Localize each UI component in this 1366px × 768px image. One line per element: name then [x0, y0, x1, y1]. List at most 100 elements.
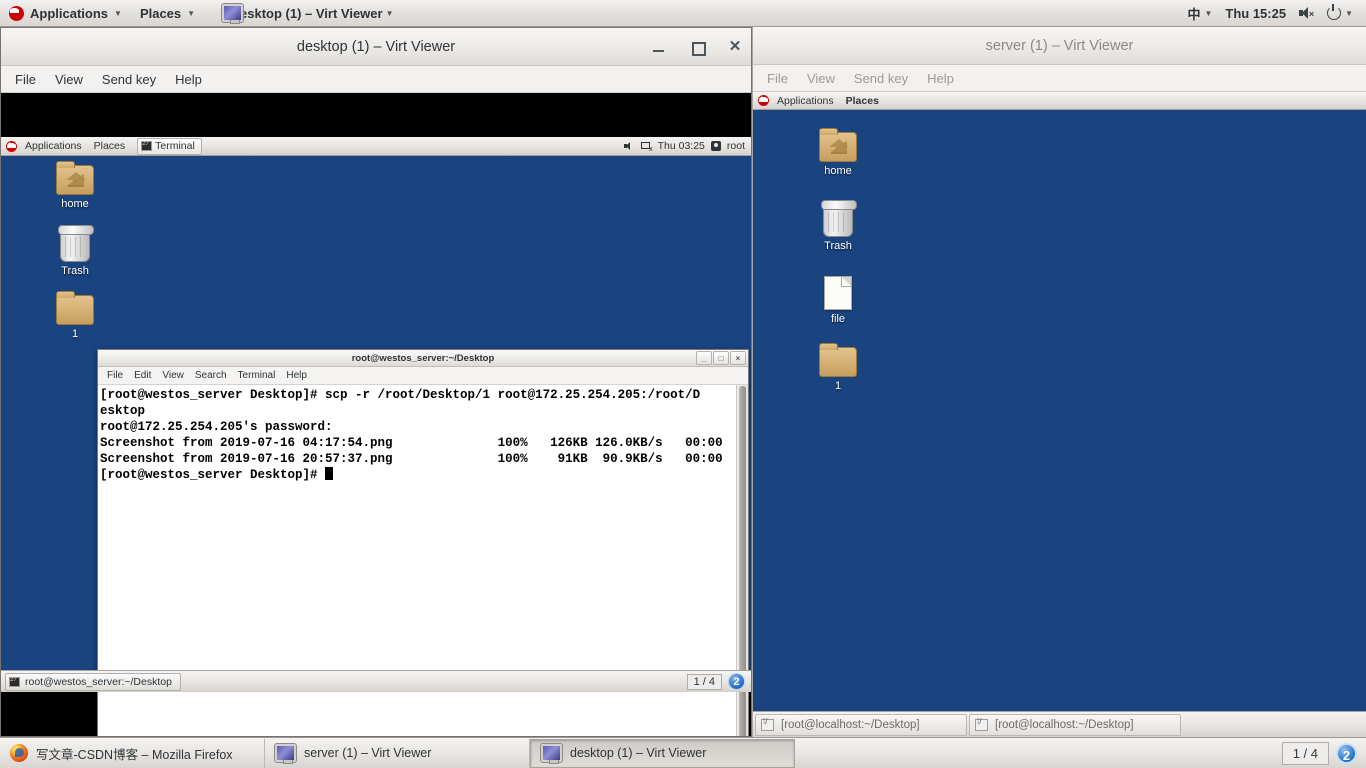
home-folder-icon	[819, 128, 857, 162]
guest-user-label[interactable]: root	[727, 140, 745, 152]
taskbar-item-label: 写文章-CSDN博客 – Mozilla Firefox	[36, 747, 233, 762]
left-guest-display[interactable]: Applications Places Terminal Thu 03:25	[1, 93, 751, 736]
right-window-title: server (1) – Virt Viewer	[985, 37, 1134, 54]
guest-taskbar-item-terminal[interactable]: root@westos_server:~/Desktop	[5, 672, 181, 691]
menu-view[interactable]: View	[47, 69, 91, 90]
desktop-icon-trash[interactable]: Trash	[808, 200, 868, 252]
guest-panel-menus: Applications Places	[753, 95, 883, 107]
terminal-line: Screenshot from 2019-07-16 04:17:54.png …	[100, 436, 723, 450]
left-window-menubar: File View Send key Help	[1, 66, 751, 93]
left-window-title: desktop (1) – Virt Viewer	[296, 38, 456, 55]
redhat-icon	[6, 140, 17, 152]
trash-icon	[821, 200, 857, 237]
terminal-minimize-button[interactable]: _	[696, 351, 712, 365]
top-panel: Applications ▼ Places ▼ desktop (1) – Vi…	[0, 0, 1366, 27]
taskbar-item-label: desktop (1) – Virt Viewer	[570, 746, 707, 760]
folder-icon	[56, 291, 94, 325]
guest-clock[interactable]: Thu 03:25	[658, 140, 705, 152]
system-menu-button[interactable]: ▼	[1322, 1, 1358, 26]
window-list-label: desktop (1) – Virt Viewer	[232, 5, 383, 21]
terminal-close-button[interactable]: ×	[730, 351, 746, 365]
guest-taskbar-left: root@westos_server:~/Desktop 1 / 4 2	[1, 670, 751, 692]
desktop-icon-label: Trash	[61, 265, 89, 277]
window-list-item-desktop[interactable]: desktop (1) – Virt Viewer ▼	[218, 0, 401, 27]
terminal-icon	[975, 717, 988, 731]
volume-button[interactable]: ×	[1294, 1, 1319, 26]
guest-desktop-icons-right: home Trash file 1	[808, 128, 868, 410]
guest-places-menu[interactable]: Places	[842, 95, 883, 107]
virt-viewer-window-server[interactable]: server (1) – Virt Viewer File View Send …	[752, 27, 1366, 737]
guest-task-label: Terminal	[155, 140, 195, 152]
notification-badge[interactable]: 2	[1336, 742, 1357, 764]
guest-taskbar-item-2[interactable]: [root@localhost:~/Desktop]	[969, 713, 1181, 736]
guest-applications-menu[interactable]: Applications	[21, 140, 86, 152]
desktop-icon-trash[interactable]: Trash	[45, 225, 105, 277]
input-method-indicator[interactable]: 中 ▼	[1182, 1, 1217, 26]
desktop-icon-folder-1[interactable]: 1	[808, 343, 868, 392]
terminal-icon	[9, 676, 20, 687]
terminal-menu-view[interactable]: View	[157, 368, 189, 383]
guest-desktop-right[interactable]: home Trash file 1	[753, 110, 1366, 711]
workspace-indicator[interactable]: 1 / 4	[686, 673, 722, 690]
terminal-maximize-button[interactable]: □	[713, 351, 729, 365]
close-button[interactable]: ✕	[727, 39, 743, 55]
guest-task-terminal[interactable]: Terminal	[137, 137, 202, 155]
desktop-icon-label: 1	[834, 380, 842, 392]
virt-viewer-window-desktop[interactable]: desktop (1) – Virt Viewer ✕ File View Se…	[0, 27, 752, 737]
desktop-icon-home[interactable]: home	[45, 161, 105, 210]
terminal-menu-help[interactable]: Help	[281, 368, 312, 383]
notification-badge[interactable]: 2	[728, 673, 745, 690]
menu-file[interactable]: File	[7, 69, 44, 90]
menu-file[interactable]: File	[759, 68, 796, 89]
desktop-icon-folder-1[interactable]: 1	[45, 291, 105, 340]
right-window-titlebar[interactable]: server (1) – Virt Viewer	[753, 27, 1366, 65]
menu-send-key[interactable]: Send key	[846, 68, 916, 89]
taskbar-item-server[interactable]: server (1) – Virt Viewer	[265, 738, 530, 768]
minimize-button[interactable]	[651, 39, 667, 55]
desktop-icon-home[interactable]: home	[808, 128, 868, 177]
terminal-prompt-line: [root@westos_server Desktop]#	[100, 467, 748, 483]
desktop-icon-file[interactable]: file	[808, 276, 868, 325]
terminal-menu-search[interactable]: Search	[190, 368, 232, 383]
guest-taskbar-item-1[interactable]: [root@localhost:~/Desktop]	[755, 713, 967, 736]
desktop-icon-label: Trash	[824, 240, 852, 252]
guest-panel-menus: Applications Places	[1, 140, 129, 152]
guest-desktop-left[interactable]: Applications Places Terminal Thu 03:25	[1, 137, 751, 736]
taskbar-item-desktop[interactable]: desktop (1) – Virt Viewer	[530, 738, 795, 768]
terminal-menu-edit[interactable]: Edit	[129, 368, 156, 383]
chevron-down-icon: ▼	[1204, 8, 1213, 18]
guest-taskbar-status: 1 / 4 2	[686, 673, 751, 690]
monitor-icon	[275, 744, 296, 764]
taskbar-item-firefox[interactable]: 写文章-CSDN博客 – Mozilla Firefox	[0, 738, 265, 768]
terminal-line: [root@westos_server Desktop]# scp -r /ro…	[100, 388, 701, 402]
clock[interactable]: Thu 15:25	[1220, 1, 1291, 26]
redhat-icon	[9, 5, 24, 21]
menu-help[interactable]: Help	[167, 69, 210, 90]
terminal-menu-file[interactable]: File	[102, 368, 128, 383]
applications-menu[interactable]: Applications ▼	[0, 1, 131, 26]
menu-send-key[interactable]: Send key	[94, 69, 164, 90]
guest-taskbar-item-label: [root@localhost:~/Desktop]	[781, 718, 920, 731]
places-menu[interactable]: Places ▼	[131, 1, 204, 26]
terminal-title: root@westos_server:~/Desktop	[351, 352, 495, 364]
menu-help[interactable]: Help	[919, 68, 962, 89]
guest-top-panel-left: Applications Places Terminal Thu 03:25	[1, 137, 751, 156]
maximize-button[interactable]	[689, 39, 706, 56]
input-method-label: 中	[1187, 6, 1201, 22]
terminal-line: esktop	[100, 404, 146, 418]
terminal-titlebar[interactable]: root@westos_server:~/Desktop _ □ ×	[98, 350, 748, 367]
speaker-icon[interactable]	[623, 141, 635, 151]
top-panel-status-area: 中 ▼ Thu 15:25 × ▼	[1182, 1, 1366, 26]
workspace-indicator[interactable]: 1 / 4	[1281, 741, 1329, 765]
firefox-icon	[10, 744, 28, 762]
chevron-down-icon: ▼	[114, 8, 122, 18]
guest-places-menu[interactable]: Places	[90, 140, 130, 152]
terminal-menu-terminal[interactable]: Terminal	[233, 368, 281, 383]
network-disconnected-icon[interactable]	[640, 141, 653, 153]
bottom-taskbar-status: 1 / 4 2	[1281, 741, 1366, 765]
guest-applications-menu[interactable]: Applications	[773, 95, 838, 107]
left-window-titlebar[interactable]: desktop (1) – Virt Viewer ✕	[1, 28, 751, 66]
taskbar-item-label: server (1) – Virt Viewer	[304, 746, 432, 760]
guest-top-panel-right: Applications Places	[753, 92, 1366, 110]
menu-view[interactable]: View	[799, 68, 843, 89]
